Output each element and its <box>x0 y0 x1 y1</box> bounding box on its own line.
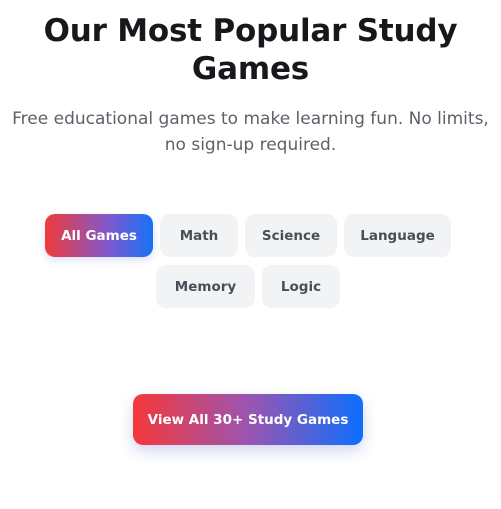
filter-chip-memory[interactable]: Memory <box>156 265 255 308</box>
page-title: Our Most Popular Study Games <box>43 13 458 87</box>
filter-chip-label: Math <box>179 227 219 244</box>
filter-chip-label: Science <box>261 227 321 244</box>
view-all-games-button[interactable]: View All 30+ Study Games <box>133 394 363 445</box>
filter-chip-label: Logic <box>280 278 322 295</box>
filter-chip-science[interactable]: Science <box>245 214 337 257</box>
category-filters: All Games Math Science Language Memory L… <box>0 214 501 314</box>
page: Our Most Popular Study Games Free educat… <box>0 0 501 509</box>
filter-chip-math[interactable]: Math <box>160 214 238 257</box>
filter-chip-label: Memory <box>174 278 237 295</box>
page-subtitle: Free educational games to make learning … <box>12 109 489 155</box>
filter-chip-label: All Games <box>61 227 137 244</box>
view-all-games-label: View All 30+ Study Games <box>147 411 349 428</box>
filter-chip-language[interactable]: Language <box>344 214 451 257</box>
filter-chip-logic[interactable]: Logic <box>262 265 340 308</box>
filter-chip-label: Language <box>360 227 435 244</box>
filter-chip-all-games[interactable]: All Games <box>45 214 153 257</box>
